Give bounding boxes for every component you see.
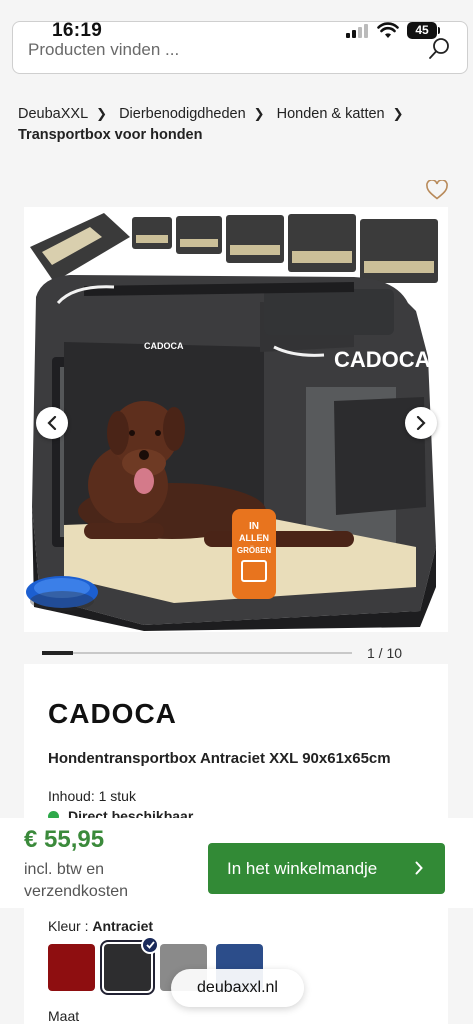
- thumbnail-folded-crate: [30, 213, 130, 282]
- add-to-cart-label: In het winkelmandje: [227, 858, 378, 878]
- brand-logo-text: CADOCA: [48, 698, 177, 729]
- chevron-right-icon: [415, 861, 423, 875]
- thumbnail-crates: [132, 214, 438, 283]
- chevron-right-icon: ❯: [392, 106, 404, 121]
- color-selected-name: Antraciet: [92, 918, 154, 934]
- product-price: € 55,95: [24, 826, 105, 853]
- cellular-signal-icon: [346, 24, 370, 38]
- badge-text-line2: ALLEN: [239, 533, 269, 543]
- badge-text-line1: IN: [249, 521, 259, 532]
- brand-logo[interactable]: CADOCA: [48, 694, 177, 734]
- status-time: 16:19: [52, 20, 103, 41]
- product-title: Hondentransportbox Antraciet XXL 90x61x6…: [48, 750, 391, 767]
- chevron-right-icon: ❯: [253, 106, 265, 121]
- breadcrumb-link-deubaxxl[interactable]: DeubaXXL: [18, 104, 88, 124]
- search-icon[interactable]: [427, 37, 451, 61]
- price-note: incl. btw en verzendkosten: [24, 861, 129, 900]
- status-bar: 16:19 45: [0, 0, 473, 41]
- color-swatch-red[interactable]: [48, 944, 95, 991]
- collapsible-bowl: [26, 576, 98, 611]
- product-image: CADOCA CADOCA IN ALLEN GRÖßEN: [26, 213, 438, 631]
- add-to-cart-button[interactable]: In het winkelmandje: [208, 843, 445, 894]
- chevron-right-icon: [416, 416, 426, 430]
- gallery-progress-track: [42, 651, 352, 655]
- color-swatch-anthracite[interactable]: [100, 936, 159, 995]
- product-image-gallery[interactable]: CADOCA CADOCA IN ALLEN GRÖßEN: [24, 207, 448, 632]
- breadcrumb-link-honden-katten[interactable]: Honden & katten: [277, 104, 385, 124]
- battery-icon: 45: [407, 22, 437, 39]
- gallery-progress-fill: [42, 651, 73, 655]
- breadcrumb: DeubaXXL ❯ Dierbenodigdheden ❯ Honden & ka…: [18, 104, 458, 145]
- badge-text-line3: GRÖßEN: [237, 546, 271, 555]
- size-badge: IN ALLEN GRÖßEN: [232, 509, 276, 599]
- heart-icon[interactable]: [426, 180, 448, 200]
- gallery-page-counter: 1 / 10: [367, 645, 403, 661]
- search-placeholder: Producten vinden ...: [28, 40, 180, 59]
- breadcrumb-current: Transportbox voor honden: [18, 127, 203, 143]
- checkmark-icon: [141, 936, 159, 954]
- size-label: Maat: [48, 1008, 80, 1024]
- chevron-left-icon: [47, 416, 57, 430]
- sticky-purchase-bar: € 55,95 incl. btw en verzendkosten In he…: [0, 818, 473, 908]
- product-content: Inhoud: 1 stuk: [48, 788, 136, 804]
- crate-logo-text: CADOCA: [334, 347, 431, 372]
- breadcrumb-link-dierbenodigdheden[interactable]: Dierbenodigdheden: [119, 104, 246, 124]
- color-label-prefix: Kleur :: [48, 918, 93, 934]
- battery-cap: [438, 27, 440, 34]
- gallery-next-button[interactable]: [405, 407, 437, 439]
- color-label: Kleur : Antraciet: [48, 918, 153, 934]
- browser-url-bar[interactable]: deubaxxl.nl: [171, 969, 304, 1007]
- wifi-icon: [377, 22, 399, 38]
- crate-logo-text-small: CADOCA: [144, 341, 184, 351]
- chevron-right-icon: ❯: [96, 106, 108, 121]
- gallery-previous-button[interactable]: [36, 407, 68, 439]
